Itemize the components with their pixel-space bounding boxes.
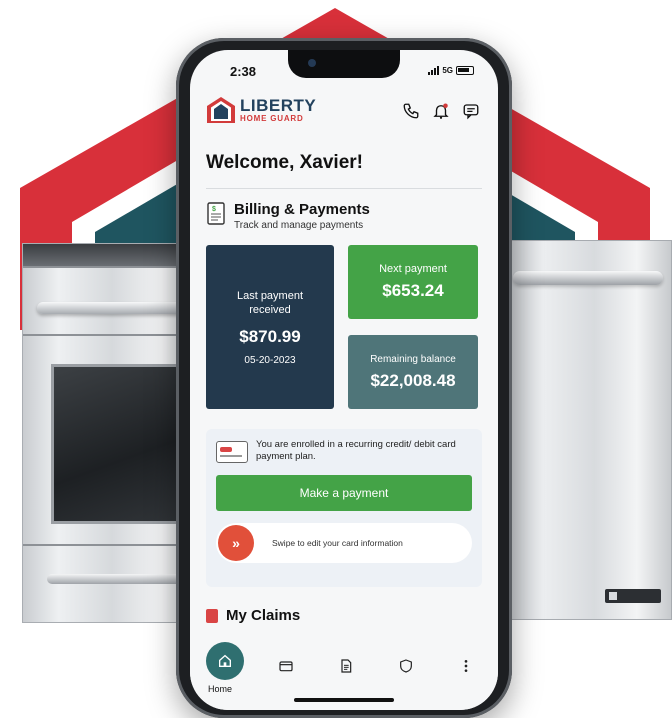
- house-logo-icon: [207, 97, 235, 123]
- network-label: 5G: [442, 65, 453, 75]
- billing-title: Billing & Payments: [234, 201, 370, 218]
- app-screen: 2:38 5G LIBERTY HOME GUARD Welcome, Xavi…: [190, 50, 498, 710]
- next-payment-label: Next payment: [379, 263, 447, 275]
- battery-icon: [456, 65, 474, 75]
- remaining-balance-amount: $22,008.48: [370, 370, 456, 390]
- credit-card-icon: [216, 441, 248, 463]
- billing-subtitle: Track and manage payments: [234, 220, 364, 231]
- brand-logo[interactable]: LIBERTY HOME GUARD: [206, 96, 316, 124]
- brand-tagline: HOME GUARD: [240, 114, 304, 123]
- swipe-label: Swipe to edit your card information: [272, 538, 403, 548]
- nav-home-button[interactable]: [206, 642, 244, 680]
- home-icon: [219, 654, 231, 667]
- nav-home-label: Home: [208, 684, 233, 694]
- svg-text:$: $: [212, 206, 216, 213]
- remaining-balance-label: Remaining balance: [370, 353, 456, 365]
- last-payment-date: 05-20-2023: [244, 354, 296, 366]
- bell-icon[interactable]: [432, 102, 450, 120]
- brand-name: LIBERTY: [240, 96, 317, 115]
- document-icon[interactable]: [338, 658, 354, 674]
- last-payment-label: Last payment received: [236, 289, 304, 316]
- welcome-heading: Welcome, Xavier!: [206, 152, 364, 173]
- remaining-balance-card[interactable]: Remaining balance $22,008.48: [348, 335, 478, 409]
- card-icon[interactable]: [278, 658, 294, 674]
- swipe-chevrons-icon[interactable]: »: [218, 525, 254, 561]
- billing-section-header: $ Billing & Payments Track and manage pa…: [206, 201, 482, 231]
- phone-mockup: 2:38 5G LIBERTY HOME GUARD Welcome, Xavi…: [176, 38, 512, 718]
- next-payment-amount: $653.24: [382, 281, 444, 300]
- edit-card-swipe-control[interactable]: » Swipe to edit your card information: [216, 523, 472, 563]
- phone-notch: [288, 50, 400, 78]
- shield-icon[interactable]: [398, 658, 414, 674]
- next-payment-card[interactable]: Next payment $653.24: [348, 245, 478, 319]
- make-payment-button[interactable]: Make a payment: [216, 475, 472, 511]
- claims-title: My Claims: [226, 607, 301, 624]
- header-actions: [402, 102, 480, 120]
- main-content: Welcome, Xavier! $ Billing & Payments Tr…: [190, 136, 498, 624]
- divider: [206, 188, 482, 189]
- status-time: 2:38: [230, 64, 257, 79]
- status-icons: 5G: [428, 65, 474, 75]
- phone-icon[interactable]: [402, 102, 420, 120]
- enrollment-message: You are enrolled in a recurring credit/ …: [256, 439, 456, 462]
- more-icon[interactable]: [458, 658, 474, 674]
- app-header: LIBERTY HOME GUARD: [190, 96, 498, 136]
- autopay-panel: You are enrolled in a recurring credit/ …: [206, 429, 482, 587]
- dishwasher-appliance-image: [500, 240, 672, 620]
- billing-document-icon: $: [207, 202, 225, 225]
- bottom-navigation: Home: [190, 642, 498, 710]
- claims-section-header[interactable]: My Claims: [206, 607, 482, 624]
- chat-icon[interactable]: [462, 102, 480, 120]
- home-indicator-bar: [294, 698, 394, 702]
- claims-icon: [206, 608, 218, 623]
- payment-cards: Last payment received $870.99 05-20-2023…: [206, 245, 482, 413]
- last-payment-amount: $870.99: [239, 326, 301, 346]
- last-payment-card[interactable]: Last payment received $870.99 05-20-2023: [206, 245, 334, 409]
- signal-icon: [428, 65, 440, 75]
